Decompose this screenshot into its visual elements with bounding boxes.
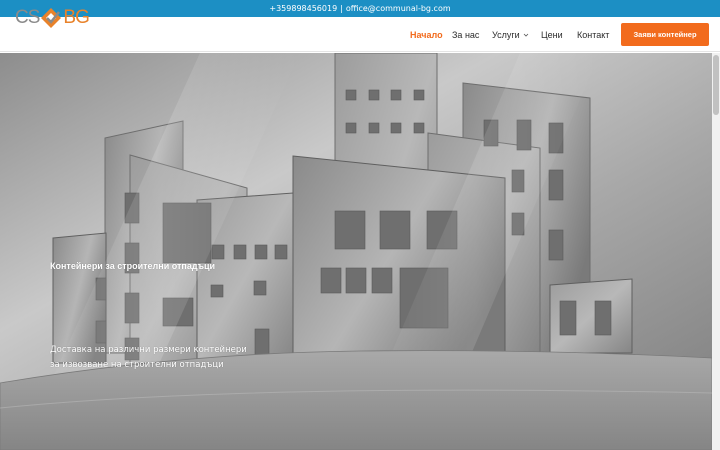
- scrollbar-thumb[interactable]: [713, 55, 719, 115]
- nav-item-label: Контакт: [577, 29, 610, 40]
- nav-item-label: Начало: [410, 29, 443, 40]
- chevron-down-icon: [523, 33, 528, 37]
- nav-item-services[interactable]: Услуги: [492, 30, 529, 40]
- hero-city-illustration: [0, 53, 712, 450]
- top-contact-bar: +359898456019 | office@communal-bg.com: [0, 0, 720, 17]
- nav-item-contact[interactable]: Контакт: [577, 30, 609, 40]
- nav-item-about[interactable]: За нас: [452, 30, 479, 40]
- hero-title: Контейнери за строителни отпадъци: [50, 261, 216, 271]
- site-header: [0, 17, 720, 52]
- hero-subtitle: Доставка на различни размери контейнери …: [50, 345, 247, 370]
- contact-separator: |: [340, 4, 343, 13]
- site-logo[interactable]: CS BG: [15, 6, 90, 30]
- nav-item-label: Услуги: [492, 29, 520, 40]
- phone-link[interactable]: +359898456019: [269, 4, 337, 13]
- nav-item-prices[interactable]: Цени: [541, 30, 563, 40]
- logo-text-left: CS: [15, 7, 40, 28]
- page-scrollbar[interactable]: [712, 53, 720, 450]
- nav-item-home[interactable]: Начало: [410, 30, 443, 40]
- hero-section: Контейнери за строителни отпадъци Достав…: [0, 53, 712, 450]
- logo-text-right: BG: [63, 7, 89, 28]
- email-link[interactable]: office@communal-bg.com: [346, 4, 451, 13]
- order-container-button[interactable]: Заяви контейнер: [621, 23, 709, 46]
- nav-item-label: Цени: [541, 29, 563, 40]
- nav-item-label: За нас: [452, 29, 480, 40]
- logo-diamond-icon: [41, 8, 62, 28]
